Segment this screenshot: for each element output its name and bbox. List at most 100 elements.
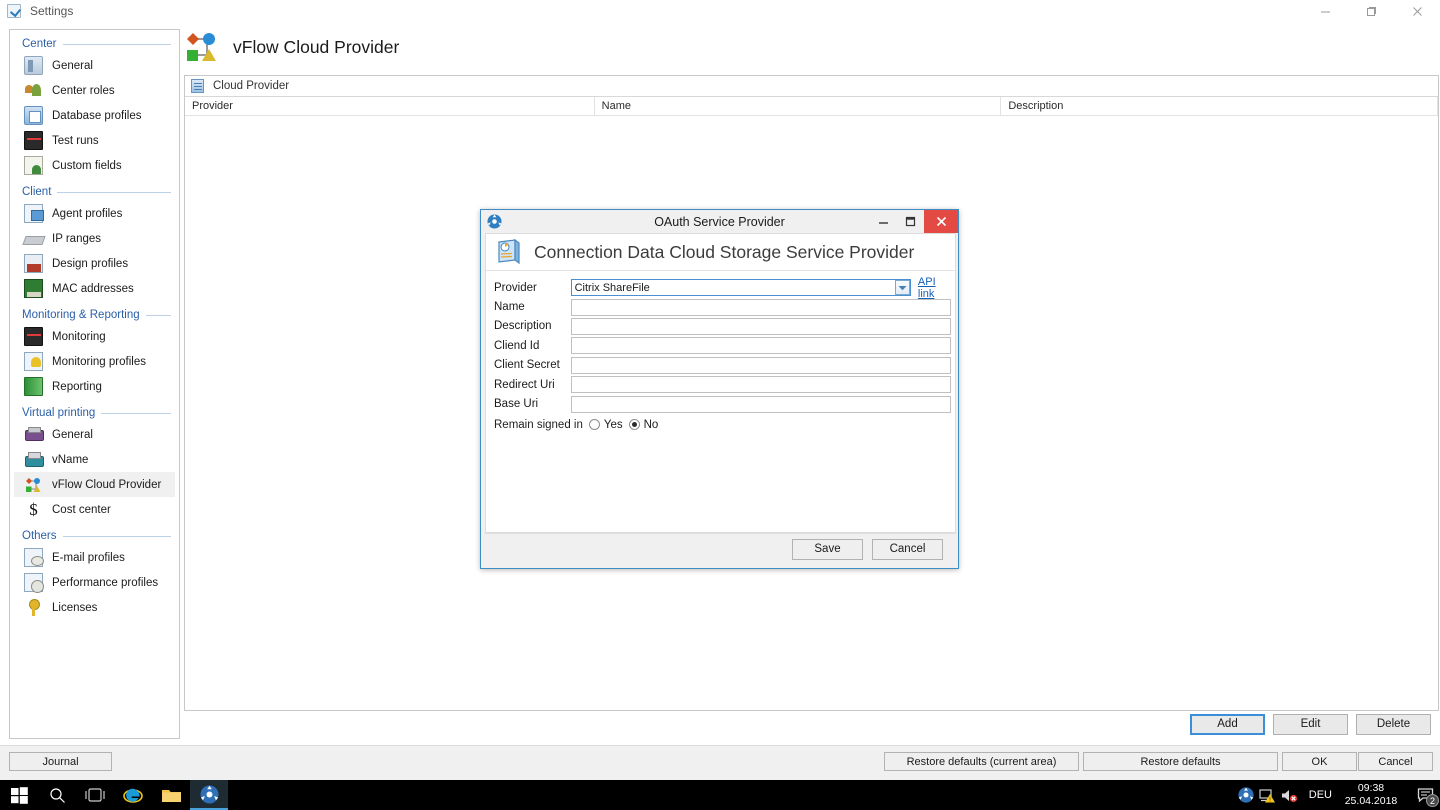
remain-signed-in-radio-no[interactable]	[628, 419, 640, 431]
app-gear-icon[interactable]	[190, 780, 228, 810]
window-titlebar: Settings	[0, 0, 1440, 22]
sidebar-item-reporting[interactable]: Reporting	[14, 374, 175, 399]
client-secret-input[interactable]	[571, 356, 951, 374]
ok-button[interactable]: OK	[1282, 752, 1357, 771]
restore-defaults-current-area-button[interactable]: Restore defaults (current area)	[884, 752, 1079, 771]
delete-button[interactable]: Delete	[1356, 713, 1431, 735]
sidebar-item-database-profiles[interactable]: Database profiles	[14, 103, 175, 128]
window-close-button[interactable]	[1394, 0, 1440, 22]
sidebar-item-ip-ranges[interactable]: IP ranges	[14, 226, 175, 251]
add-button[interactable]: Add	[1190, 713, 1265, 735]
sidebar-item-e-mail-profiles[interactable]: E-mail profiles	[14, 545, 175, 570]
internet-explorer-icon[interactable]	[114, 780, 152, 810]
grid-column-header-label: Provider	[192, 100, 233, 112]
search-icon[interactable]	[38, 780, 76, 810]
grid-column-headers[interactable]: Provider Name Description	[185, 97, 1438, 116]
api-link[interactable]: API link	[918, 276, 955, 300]
grid-column-header-name[interactable]: Name	[595, 97, 1002, 115]
sidebar-item-cost-center[interactable]: $ Cost center	[14, 497, 175, 522]
monitor-waveform-icon	[24, 327, 43, 346]
sidebar-item-performance-profiles[interactable]: Performance profiles	[14, 570, 175, 595]
field-label: Provider	[494, 281, 537, 294]
printer-purple-icon	[24, 425, 44, 444]
sidebar-item-label: General	[52, 428, 93, 441]
grid-column-header-provider[interactable]: Provider	[185, 97, 595, 115]
sidebar-item-vname[interactable]: vName	[14, 447, 175, 472]
dialog-maximize-button[interactable]	[897, 210, 924, 233]
tray-language[interactable]: DEU	[1309, 789, 1332, 801]
server-icon	[24, 56, 43, 75]
design-palette-icon	[24, 254, 43, 273]
task-view-icon[interactable]	[76, 780, 114, 810]
sidebar-group-label: Client	[22, 186, 52, 198]
cancel-button[interactable]: Cancel	[1358, 752, 1433, 771]
sidebar-item-general[interactable]: General	[14, 53, 175, 78]
volume-muted-icon[interactable]	[1279, 780, 1301, 810]
provider-select[interactable]: Citrix ShareFile	[570, 279, 911, 297]
base-uri-input[interactable]	[571, 395, 951, 413]
app-gear-icon[interactable]	[1235, 780, 1257, 810]
oauth-service-provider-dialog[interactable]: OAuth Service Provider Connection Data C…	[480, 209, 959, 569]
chevron-down-icon[interactable]	[894, 280, 910, 296]
sidebar-item-mac-addresses[interactable]: MAC addresses	[14, 276, 175, 301]
sidebar-item-agent-profiles[interactable]: Agent profiles	[14, 201, 175, 226]
sidebar-item-design-profiles[interactable]: Design profiles	[14, 251, 175, 276]
sidebar-item-general[interactable]: General	[14, 422, 175, 447]
dollar-icon: $	[29, 500, 38, 519]
system-tray[interactable]: ! DEU 09:38 25.04.2018 2	[1235, 780, 1440, 810]
settings-sidebar[interactable]: Center General Center roles Database profil…	[9, 29, 180, 739]
dialog-save-button[interactable]: Save	[792, 538, 863, 560]
grid-column-header-description[interactable]: Description	[1001, 97, 1438, 115]
sidebar-item-center-roles[interactable]: Center roles	[14, 78, 175, 103]
dialog-banner: Connection Data Cloud Storage Service Pr…	[486, 234, 955, 271]
windows-start-icon[interactable]	[0, 780, 38, 810]
dialog-form: Provider Citrix ShareFile API link Name Desc…	[486, 271, 955, 435]
network-warning-icon[interactable]: !	[1257, 780, 1279, 810]
file-explorer-icon[interactable]	[152, 780, 190, 810]
dialog-minimize-button[interactable]	[870, 210, 897, 233]
sidebar-item-monitoring[interactable]: Monitoring	[14, 324, 175, 349]
sidebar-item-test-runs[interactable]: Test runs	[14, 128, 175, 153]
dialog-footer: Save Cancel	[485, 533, 956, 564]
taskbar[interactable]: ! DEU 09:38 25.04.2018 2	[0, 780, 1440, 810]
action-center-icon[interactable]: 2	[1410, 780, 1440, 810]
edit-button[interactable]: Edit	[1273, 713, 1348, 735]
tab-cloud-provider[interactable]: Cloud Provider	[185, 76, 1438, 97]
window-minimize-button[interactable]	[1302, 0, 1348, 22]
remain-signed-in-radio-yes[interactable]	[588, 419, 600, 431]
email-profiles-icon	[24, 548, 44, 567]
sidebar-item-licenses[interactable]: Licenses	[14, 595, 175, 620]
form-row-name: Name	[486, 297, 955, 316]
tray-clock[interactable]: 09:38 25.04.2018	[1340, 782, 1402, 808]
sidebar-group-label: Others	[22, 530, 57, 542]
sidebar-item-label: General	[52, 59, 93, 72]
green-book-icon	[24, 377, 43, 396]
sidebar-item-label: Monitoring	[52, 330, 106, 343]
sidebar-group-divider	[145, 314, 171, 316]
sidebar-item-vflow-cloud-provider[interactable]: vFlow Cloud Provider	[14, 472, 175, 497]
journal-button[interactable]: Journal	[9, 752, 112, 771]
redirect-uri-input[interactable]	[571, 376, 951, 394]
sidebar-group-divider	[57, 191, 171, 193]
cliend-id-input[interactable]	[571, 337, 951, 355]
dialog-body: Connection Data Cloud Storage Service Pr…	[485, 233, 956, 533]
performance-gauge-icon	[24, 573, 44, 593]
name-input[interactable]	[571, 298, 951, 316]
form-row-cliend-id: Cliend Id	[486, 336, 955, 355]
tray-time: 09:38	[1357, 782, 1385, 794]
sidebar-item-label: Cost center	[52, 503, 111, 516]
dialog-cancel-button[interactable]: Cancel	[872, 538, 943, 560]
window-maximize-button[interactable]	[1348, 0, 1394, 22]
sidebar-group-label: Center	[22, 38, 57, 50]
sidebar-item-monitoring-profiles[interactable]: Monitoring profiles	[14, 349, 175, 374]
dialog-close-button[interactable]	[924, 210, 958, 233]
sidebar-group-monitoring-reporting: Monitoring & Reporting	[10, 306, 179, 324]
sidebar-item-label: Monitoring profiles	[52, 355, 146, 368]
sidebar-group-divider	[62, 43, 171, 45]
description-input[interactable]	[571, 317, 951, 335]
restore-defaults-button[interactable]: Restore defaults	[1083, 752, 1278, 771]
printer-teal-icon	[24, 450, 44, 469]
sidebar-item-custom-fields[interactable]: Custom fields	[14, 153, 175, 178]
sidebar-item-label: E-mail profiles	[52, 551, 125, 564]
form-row-client-secret: Client Secret	[486, 356, 955, 375]
